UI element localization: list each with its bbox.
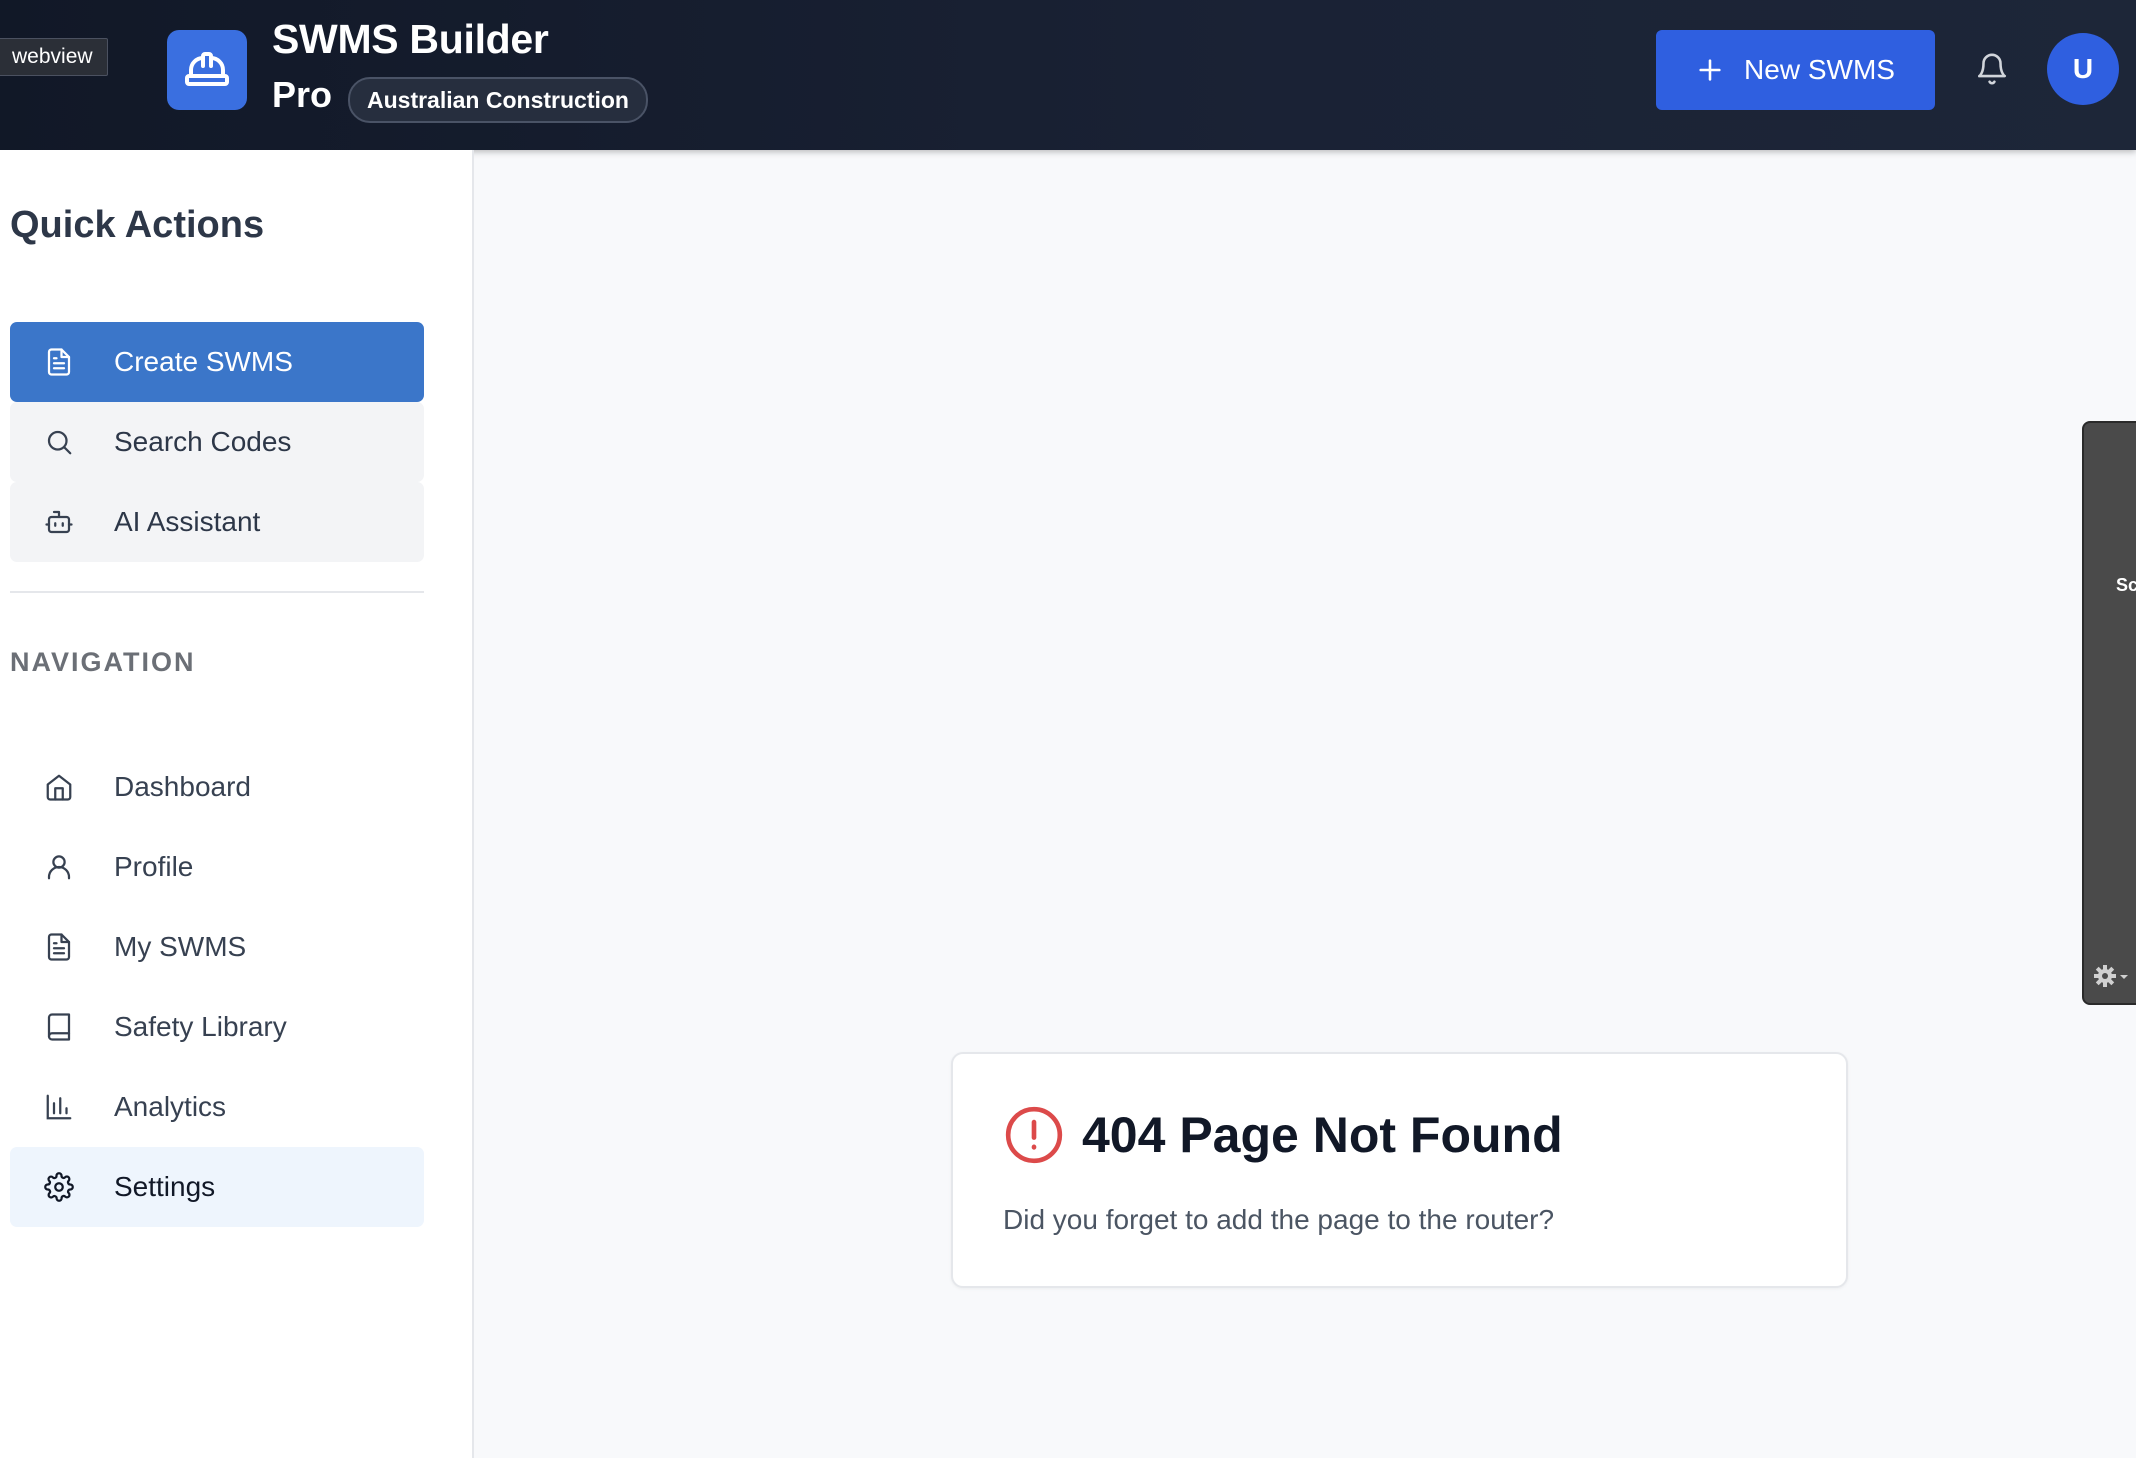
plus-icon	[1699, 59, 1721, 81]
sidebar-item-my-swms[interactable]: My SWMS	[10, 907, 424, 987]
sidebar-item-label: Dashboard	[114, 771, 251, 802]
home-icon	[46, 774, 72, 801]
app-logo[interactable]	[167, 30, 247, 110]
user-icon	[47, 855, 71, 880]
sidebar-item-safety-library[interactable]: Safety Library	[10, 987, 424, 1067]
sidebar: Quick Actions Create SWMS Search Codes A…	[0, 150, 474, 1458]
file-text-icon	[47, 933, 71, 961]
book-icon	[47, 1013, 71, 1041]
not-found-card: 404 Page Not Found Did you forget to add…	[951, 1052, 1848, 1288]
sidebar-item-profile[interactable]: Profile	[10, 827, 424, 907]
sidebar-item-label: Settings	[114, 1171, 216, 1202]
bot-icon	[45, 510, 73, 534]
search-icon	[47, 430, 72, 455]
new-swms-button[interactable]: New SWMS	[1656, 30, 1935, 110]
hard-hat-icon	[185, 52, 229, 86]
panel-label: Sc	[2116, 575, 2136, 595]
gear-icon	[44, 1172, 74, 1202]
sidebar-item-label: My SWMS	[114, 931, 247, 962]
gear-dropdown-icon[interactable]	[2092, 963, 2136, 989]
sidebar-divider	[10, 591, 424, 593]
bar-chart-icon	[46, 1094, 72, 1120]
user-avatar[interactable]: U	[2047, 33, 2119, 105]
notifications-button[interactable]	[1975, 51, 2009, 87]
quick-actions-heading: Quick Actions	[10, 204, 265, 246]
error-message: Did you forget to add the page to the ro…	[1003, 1204, 1555, 1235]
search-codes-label: Search Codes	[114, 426, 292, 457]
app-header: webview SWMS Builder Pro Australian Cons…	[0, 0, 2136, 150]
sidebar-item-analytics[interactable]: Analytics	[10, 1067, 424, 1147]
sidebar-item-label: Analytics	[114, 1091, 227, 1122]
webview-tag: webview	[0, 38, 108, 76]
region-badge: Australian Construction	[348, 77, 648, 123]
navigation-heading: NAVIGATION	[10, 647, 196, 677]
create-swms-button[interactable]: Create SWMS	[10, 322, 424, 402]
sidebar-item-label: Safety Library	[114, 1011, 287, 1042]
error-title: 404 Page Not Found	[1082, 1107, 1563, 1163]
dev-tools-panel[interactable]: Sc	[2082, 421, 2136, 1005]
sidebar-item-settings[interactable]: Settings	[10, 1147, 424, 1227]
search-codes-button[interactable]: Search Codes	[10, 402, 424, 482]
app-edition: Pro	[272, 74, 333, 115]
new-swms-label: New SWMS	[1744, 54, 1895, 85]
app-title: SWMS Builder	[272, 16, 549, 62]
sidebar-item-dashboard[interactable]: Dashboard	[10, 747, 424, 827]
alert-circle-icon	[1005, 1106, 1063, 1164]
ai-assistant-label: AI Assistant	[114, 506, 261, 537]
sidebar-item-label: Profile	[114, 851, 194, 882]
create-swms-label: Create SWMS	[114, 346, 293, 377]
file-text-icon	[47, 348, 71, 376]
bell-icon	[1977, 53, 2007, 85]
ai-assistant-button[interactable]: AI Assistant	[10, 482, 424, 562]
